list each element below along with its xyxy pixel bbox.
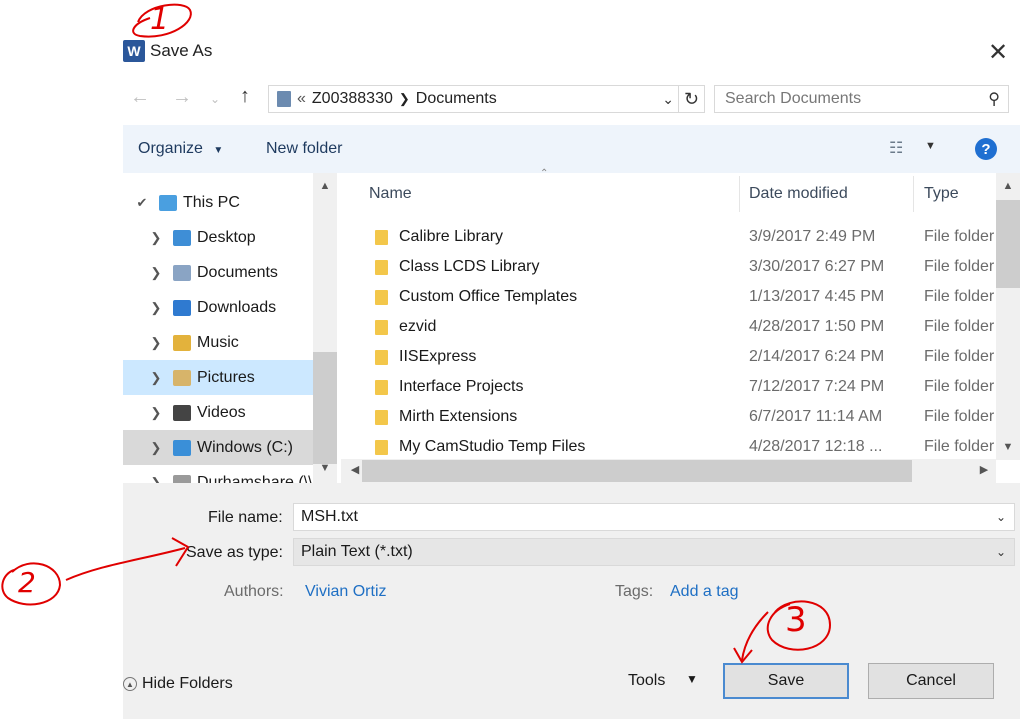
annotation-number-2: 2 <box>18 566 36 599</box>
annotation-number-1: 1 <box>150 2 170 37</box>
annotation-number-3: 3 <box>785 600 807 640</box>
annotation-overlay <box>1 3 832 664</box>
annotation-arrowhead-2 <box>171 537 190 567</box>
annotation-arrow-3 <box>741 611 769 661</box>
annotation-arrow-2 <box>65 547 186 581</box>
